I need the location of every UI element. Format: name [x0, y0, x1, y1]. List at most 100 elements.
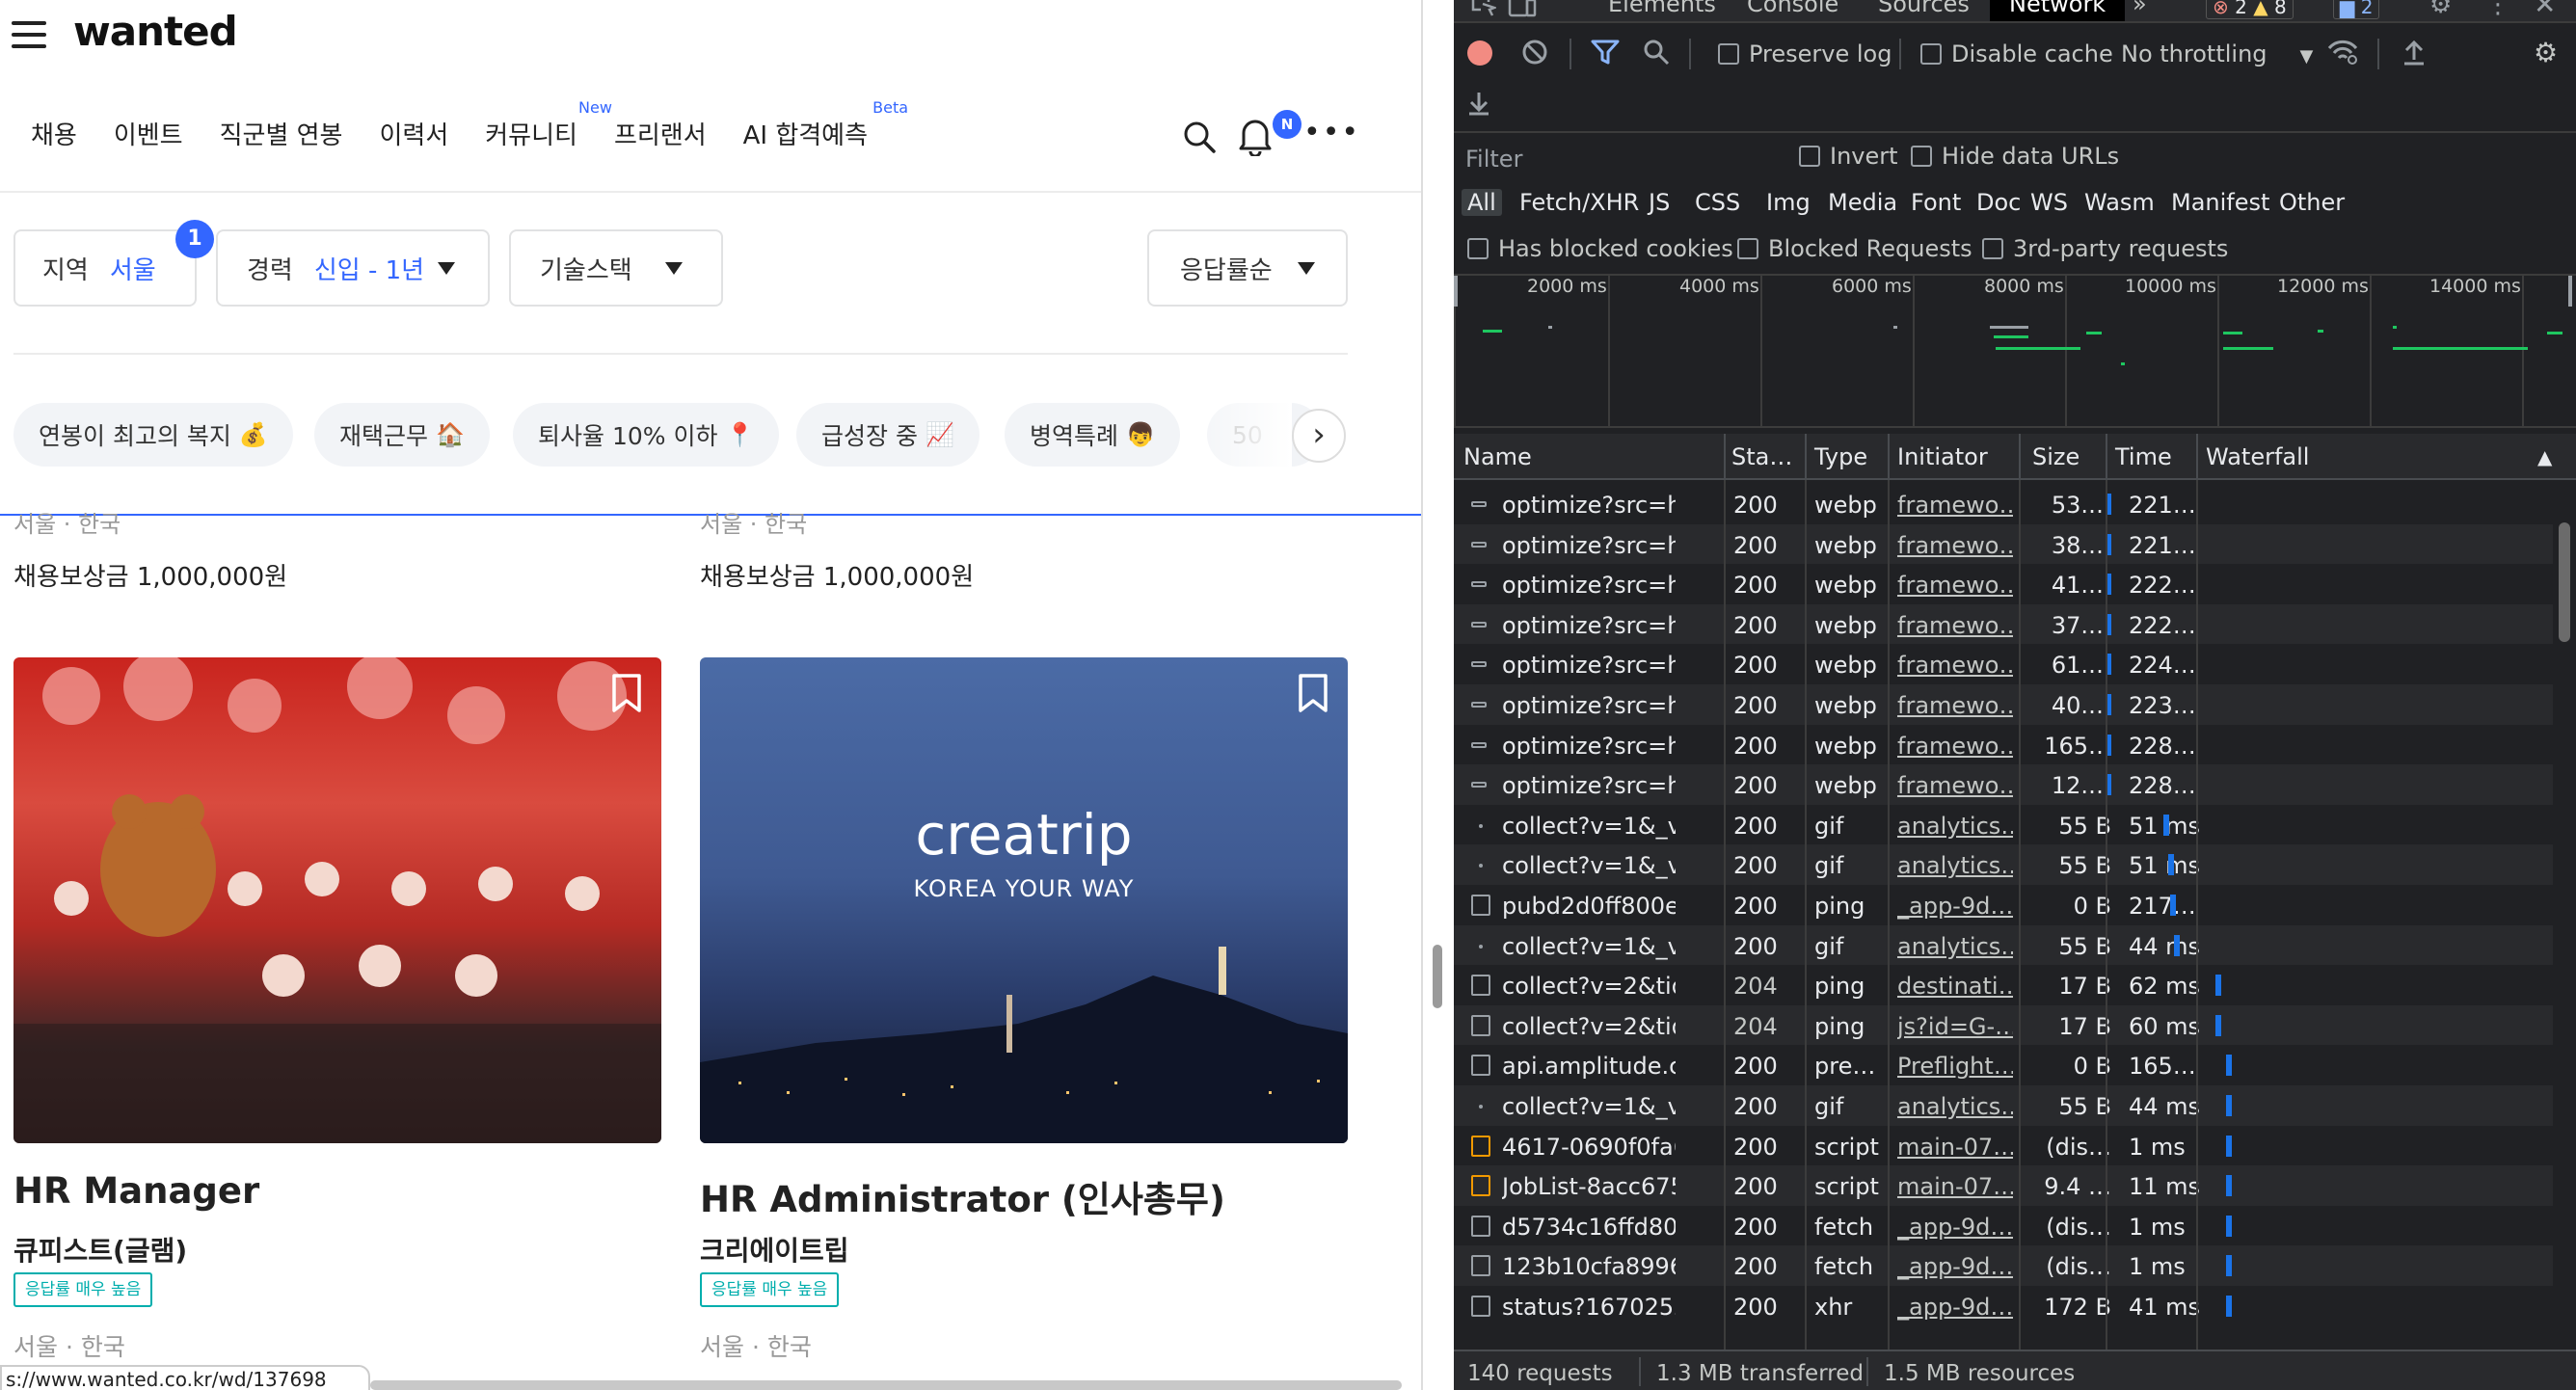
tab-network[interactable]: Network: [1990, 0, 2126, 21]
request-initiator[interactable]: framewo…: [1897, 532, 2013, 559]
search-icon[interactable]: [1182, 120, 1217, 154]
menu-icon[interactable]: [12, 21, 46, 50]
type-filter-css[interactable]: CSS: [1695, 189, 1740, 216]
type-filter-other[interactable]: Other: [2279, 189, 2345, 216]
region-filter[interactable]: 지역 서울: [13, 229, 197, 307]
bell-icon[interactable]: [1238, 116, 1273, 156]
filter-input[interactable]: Filter: [1454, 139, 1772, 179]
request-initiator[interactable]: main-07…: [1897, 1173, 2013, 1200]
invert-checkbox[interactable]: Invert: [1799, 143, 1898, 170]
request-initiator[interactable]: analytics…: [1897, 813, 2013, 840]
col-name[interactable]: Name: [1463, 443, 1532, 470]
blocked-requests-checkbox[interactable]: Blocked Requests: [1737, 235, 1972, 262]
chevron-right-icon[interactable]: ›: [1292, 409, 1346, 463]
request-row[interactable]: optimize?src=http… 200 webp framewo… 61.… 224…: [1454, 644, 2553, 685]
request-row[interactable]: optimize?src=http… 200 webp framewo… 41.… 222…: [1454, 564, 2553, 605]
type-filter-img[interactable]: Img: [1766, 189, 1811, 216]
request-initiator[interactable]: analytics…: [1897, 852, 2013, 879]
preserve-log-checkbox[interactable]: Preserve log: [1718, 40, 1892, 67]
throttling-select[interactable]: No throttling ▼: [2121, 40, 2313, 67]
settings-icon[interactable]: ⚙: [2429, 0, 2452, 19]
close-icon[interactable]: ✕: [2534, 0, 2556, 20]
more-icon[interactable]: •••: [1303, 119, 1360, 147]
request-row[interactable]: d5734c16ffd8038… 200 fetch _app-9d… (dis… 1 m…: [1454, 1205, 2553, 1246]
request-initiator[interactable]: analytics…: [1897, 933, 2013, 960]
type-filter-manifest[interactable]: Manifest: [2171, 189, 2269, 216]
nav-item-salary[interactable]: 직군별 연봉: [220, 116, 343, 151]
tag-remote-work[interactable]: 재택근무 🏠: [314, 403, 490, 467]
request-row[interactable]: pubd2d0ff800e5b… 200 ping _app-9d… 0 B 217…: [1454, 885, 2553, 925]
scrollbar-thumb[interactable]: [2559, 522, 2570, 642]
import-har-icon[interactable]: [2402, 39, 2426, 71]
request-row[interactable]: collect?v=2&tid=…204pingjs?id=G-…17 B60 …: [1454, 1004, 2553, 1046]
col-waterfall[interactable]: Waterfall: [2206, 443, 2309, 470]
request-row[interactable]: collect?v=1&_v=j9… 200 gif analytics… 55 B 51…: [1454, 844, 2553, 886]
request-row[interactable]: status?16702526… 200 xhr _app-9d… 172 B 41 ms: [1454, 1286, 2553, 1326]
request-initiator[interactable]: Preflight…: [1897, 1053, 2013, 1080]
request-initiator[interactable]: analytics…: [1897, 1093, 2013, 1120]
type-filter-fetch[interactable]: Fetch/XHR: [1519, 189, 1639, 216]
sort-up-icon[interactable]: ▲: [2537, 445, 2552, 468]
type-filter-wasm[interactable]: Wasm: [2084, 189, 2155, 216]
request-initiator[interactable]: framewo…: [1897, 772, 2013, 799]
nav-item-events[interactable]: 이벤트: [114, 116, 183, 151]
request-initiator[interactable]: _app-9d…: [1897, 1294, 2013, 1321]
type-filter-font[interactable]: Font: [1911, 189, 1961, 216]
requests-scrollbar[interactable]: [2553, 480, 2576, 1348]
request-row[interactable]: api.amplitude.com 200 pre… Preflight… 0 B 165…: [1454, 1045, 2553, 1086]
clear-icon[interactable]: [1521, 39, 1548, 71]
bookmark-icon[interactable]: [1298, 673, 1328, 713]
type-filter-ws[interactable]: WS: [2030, 189, 2068, 216]
job-card-image[interactable]: [13, 657, 661, 1143]
logo[interactable]: wanted: [73, 8, 238, 55]
company-name[interactable]: 큐피스트(글램): [13, 1230, 187, 1269]
inspect-icon[interactable]: [1471, 0, 1496, 17]
stack-filter[interactable]: 기술스택: [509, 229, 723, 307]
request-row[interactable]: optimize?src=http… 200 webp framewo… 38.… 221…: [1454, 523, 2553, 565]
request-initiator[interactable]: _app-9d…: [1897, 1253, 2013, 1280]
request-row[interactable]: JobList-8acc6751… 200 script main-07… 9.4 … 1…: [1454, 1165, 2553, 1207]
request-initiator[interactable]: _app-9d…: [1897, 893, 2013, 920]
request-initiator[interactable]: framewo…: [1897, 612, 2013, 639]
request-initiator[interactable]: _app-9d…: [1897, 1214, 2013, 1241]
request-initiator[interactable]: destinati…: [1897, 973, 2013, 1000]
request-initiator[interactable]: js?id=G-…: [1897, 1013, 2013, 1040]
request-row[interactable]: collect?v=1&_v=j9… 200 gif analytics… 55 B 44…: [1454, 1085, 2553, 1126]
col-type[interactable]: Type: [1814, 443, 1867, 470]
request-row[interactable]: 123b10cfa899610… 200 fetch _app-9d… (dis… 1 m…: [1454, 1245, 2553, 1287]
type-filter-doc[interactable]: Doc: [1976, 189, 2021, 216]
kebab-menu-icon[interactable]: ⋮: [2485, 0, 2510, 19]
tab-console[interactable]: Console: [1747, 0, 1838, 17]
disable-cache-checkbox[interactable]: Disable cache: [1920, 40, 2113, 67]
export-har-icon[interactable]: [1467, 89, 1490, 121]
messages-counter[interactable]: ▆ 2: [2333, 0, 2380, 19]
request-row[interactable]: collect?v=1&_v=j9… 200 gif analytics… 55 B 51…: [1454, 804, 2553, 845]
type-filter-media[interactable]: Media: [1828, 189, 1897, 216]
tag-best-salary[interactable]: 연봉이 최고의 복지 💰: [13, 403, 293, 467]
nav-item-ai-prediction[interactable]: AI 합격예측 Beta: [743, 98, 908, 151]
request-row[interactable]: 4617-0690f0fa6b9… 200 script main-07… (dis… 1…: [1454, 1125, 2553, 1166]
nav-item-community[interactable]: 커뮤니티 New: [485, 98, 612, 151]
request-initiator[interactable]: framewo…: [1897, 572, 2013, 599]
request-row[interactable]: optimize?src=http… 200 webp framewo… 40.… 223…: [1454, 684, 2553, 725]
job-title[interactable]: HR Manager: [13, 1170, 259, 1212]
job-card-image[interactable]: creatrip KOREA YOUR WAY: [700, 657, 1348, 1143]
hide-data-urls-checkbox[interactable]: Hide data URLs: [1911, 143, 2119, 170]
request-initiator[interactable]: framewo…: [1897, 692, 2013, 719]
tag-low-turnover[interactable]: 퇴사율 10% 이하 📍: [513, 403, 780, 467]
network-conditions-icon[interactable]: [2327, 39, 2360, 71]
nav-item-freelancer[interactable]: 프리랜서: [614, 116, 707, 151]
horizontal-scrollbar[interactable]: [370, 1380, 1402, 1390]
request-initiator[interactable]: framewo…: [1897, 492, 2013, 519]
col-time[interactable]: Time: [2115, 443, 2172, 470]
col-size[interactable]: Size: [2032, 443, 2080, 470]
request-row[interactable]: collect?v=2&tid=…204pingdestinati…17 B62…: [1454, 965, 2553, 1006]
request-row[interactable]: optimize?src=http… 200 webp framewo… 37.… 222…: [1454, 603, 2553, 645]
type-filter-all[interactable]: All: [1462, 189, 1502, 216]
filter-icon[interactable]: [1591, 39, 1620, 71]
tab-sources[interactable]: Sources: [1878, 0, 1970, 17]
type-filter-js[interactable]: JS: [1649, 189, 1670, 216]
resize-handle[interactable]: [1433, 945, 1442, 1008]
issues-counter[interactable]: ⊗ 2 ▲ 8: [2206, 0, 2294, 19]
career-filter[interactable]: 경력 신입 - 1년: [216, 229, 490, 307]
